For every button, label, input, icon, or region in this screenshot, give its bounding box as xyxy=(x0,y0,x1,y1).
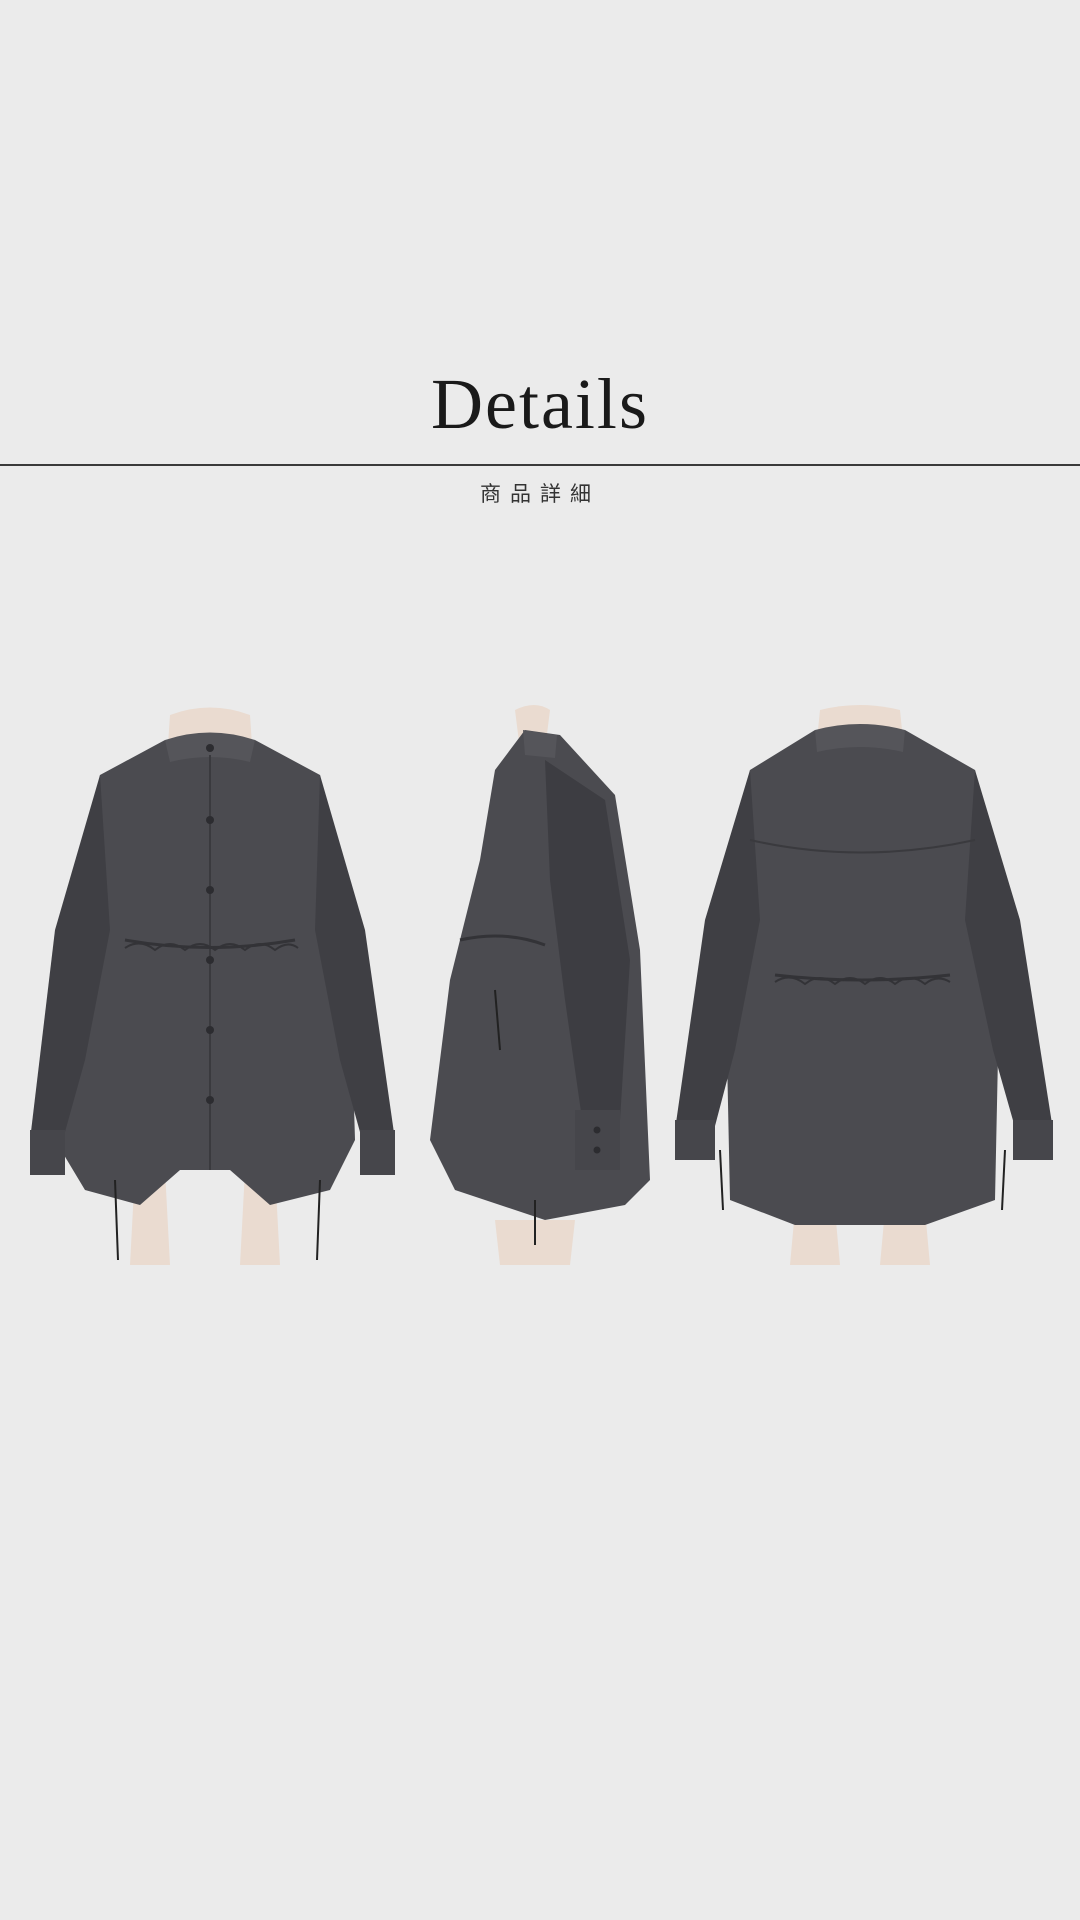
front-view-photo xyxy=(30,707,395,1265)
page-title: Details xyxy=(431,364,649,444)
back-view-photo xyxy=(675,705,1053,1265)
product-photos xyxy=(0,700,1080,1300)
page-subtitle: 商品詳細 xyxy=(480,482,600,506)
side-view-photo xyxy=(430,705,650,1265)
title-divider xyxy=(0,464,1080,466)
